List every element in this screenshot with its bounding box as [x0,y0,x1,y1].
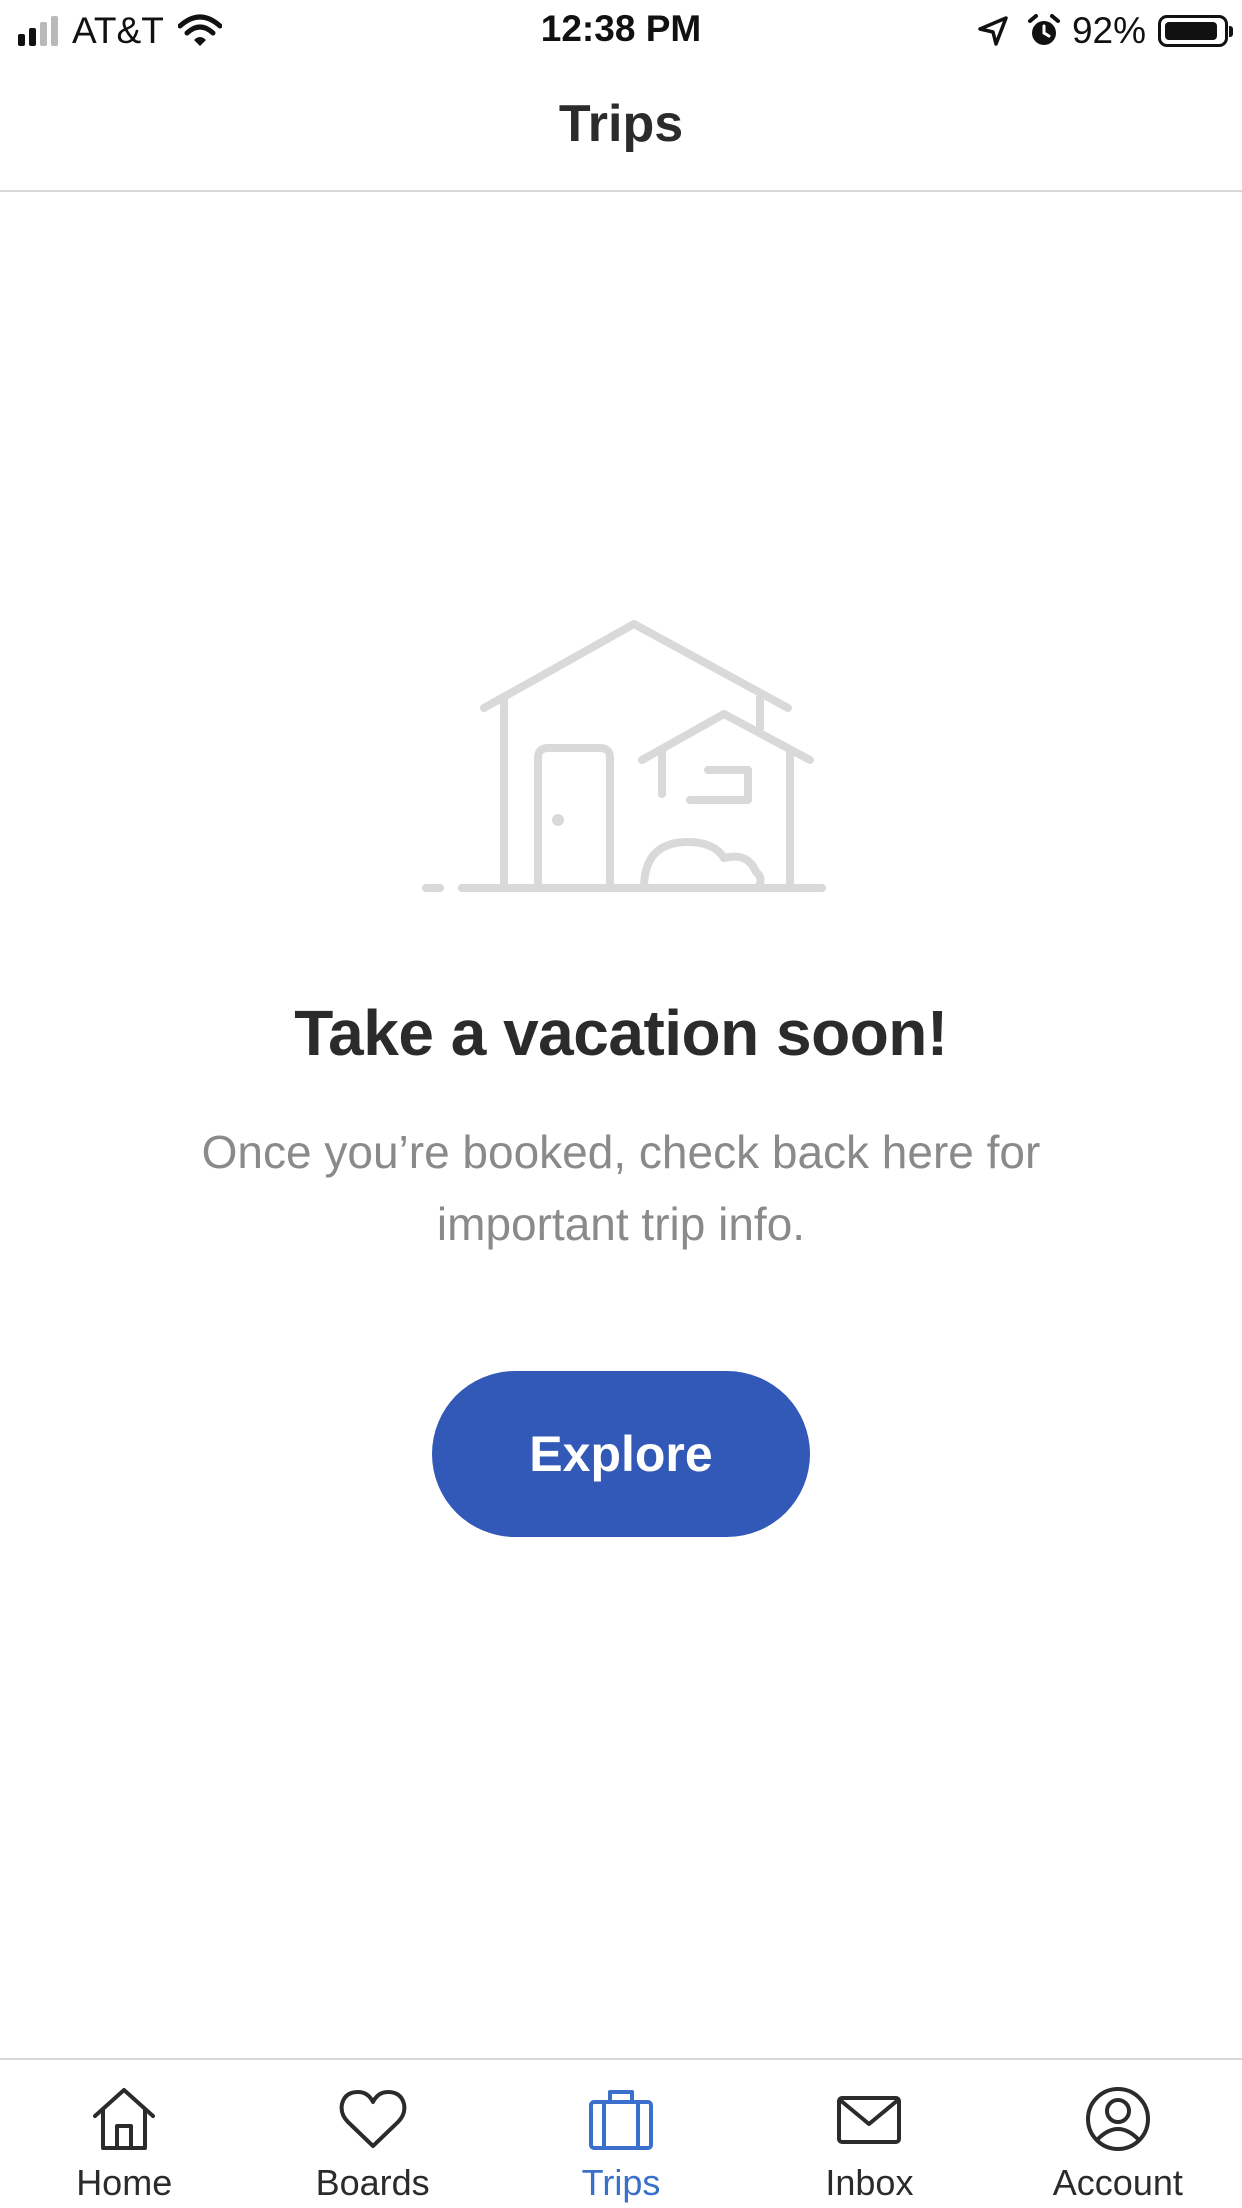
battery-icon [1158,15,1233,47]
battery-percent: 92% [1071,10,1146,51]
explore-button[interactable]: Explore [432,1371,810,1537]
account-icon [1085,2087,1150,2151]
page-title: Trips [558,95,684,153]
tab-account[interactable]: Account [994,2060,1242,2208]
tab-boards[interactable]: Boards [248,2060,496,2208]
tab-label: Trips [581,2162,661,2203]
tab-bar: Home Boards Trips Inbox Account [0,2058,1242,2208]
status-bar: AT&T 12:38 PM 92% [0,0,1242,62]
location-icon [978,16,1008,46]
heart-icon [339,2090,406,2148]
house-icon [422,620,826,892]
tab-inbox[interactable]: Inbox [745,2060,993,2208]
tab-label: Home [76,2162,173,2203]
alarm-icon [1027,14,1060,45]
tab-label: Inbox [825,2162,914,2203]
empty-state-description: Once you’re booked, check back here for … [201,1126,1041,1250]
envelope-icon [837,2096,902,2144]
tab-trips[interactable]: Trips [497,2060,745,2208]
trips-screen: AT&T 12:38 PM 92% Trips Take a vacation … [0,0,1242,2208]
home-icon [93,2088,156,2150]
empty-state-title: Take a vacation soon! [294,997,948,1069]
status-right: 92% [976,10,1233,52]
tab-label: Account [1052,2162,1183,2203]
tab-label: Boards [315,2162,430,2203]
tab-home[interactable]: Home [0,2060,248,2208]
navigation-bar: Trips [0,62,1242,192]
suitcase-icon [589,2090,654,2150]
